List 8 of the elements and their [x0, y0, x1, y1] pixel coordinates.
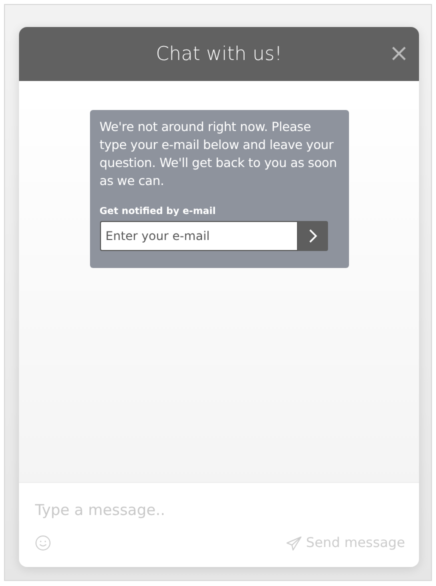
close-button[interactable]: × — [386, 41, 411, 65]
email-label: Get notified by e-mail — [100, 206, 217, 217]
chevron-icon — [308, 229, 318, 243]
submit-button[interactable] — [298, 221, 328, 251]
chat-title: Chat with us! — [156, 43, 282, 65]
paper-plane-icon — [286, 536, 302, 550]
email-field[interactable]: Enter your e-mail — [100, 221, 298, 251]
offline-message: We're not around right now. Please type your e-mail below and leave your question. We'll get back to you as soon as we can. — [100, 118, 338, 190]
